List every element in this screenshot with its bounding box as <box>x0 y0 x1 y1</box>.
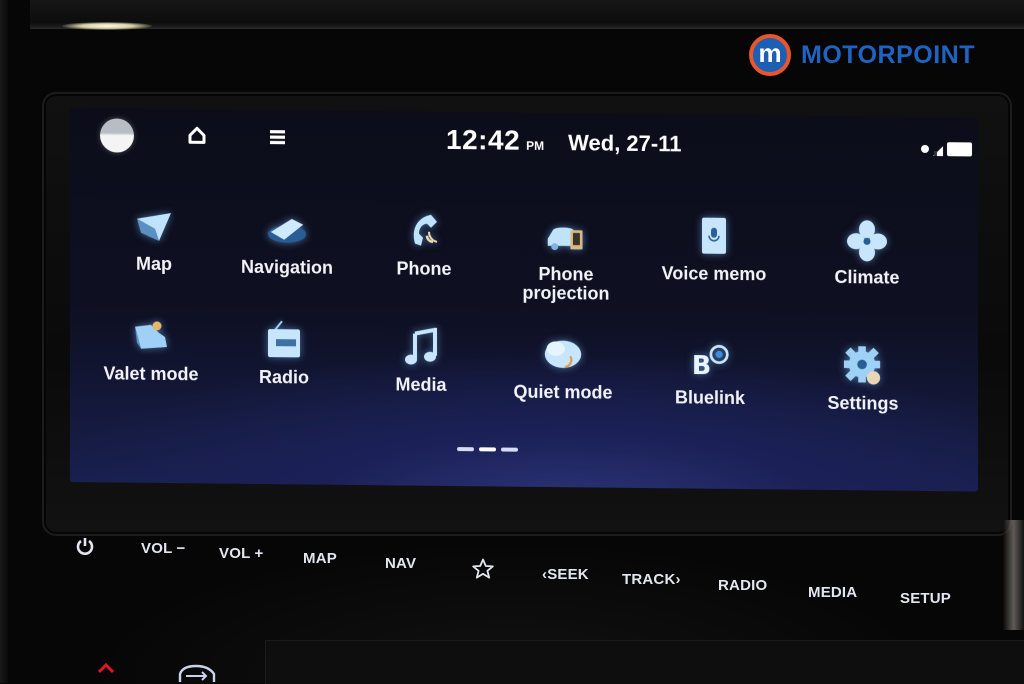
car-recirculation-icon[interactable] <box>176 664 218 683</box>
logo-text: MOTORPOINT <box>801 40 975 69</box>
phone-icon <box>404 211 444 251</box>
am-pm: PM <box>526 138 545 153</box>
climate-fan-icon <box>847 220 887 262</box>
home-icon[interactable] <box>188 126 206 144</box>
app-label: Map <box>136 253 172 275</box>
nav-button[interactable]: NAV <box>385 555 416 572</box>
page-dot-active[interactable] <box>479 447 496 452</box>
star-icon[interactable] <box>472 558 494 579</box>
label-line: Phone <box>538 263 594 285</box>
page-dot[interactable] <box>501 447 518 452</box>
voice-memo-icon <box>694 217 734 257</box>
time: 12:42 <box>446 123 521 156</box>
app-label: Navigation <box>240 256 333 278</box>
menu-icon[interactable] <box>270 130 285 145</box>
power-icon[interactable] <box>76 536 94 556</box>
settings-gear-icon <box>843 346 883 386</box>
app-label: Quiet mode <box>513 381 613 403</box>
app-label: Settings <box>827 392 899 414</box>
label-line: projection <box>522 282 610 304</box>
quiet-mode-icon <box>543 335 583 375</box>
date: Wed, 27-11 <box>568 130 682 157</box>
battery-icon <box>947 142 972 157</box>
clock: 12:42 PM Wed, 27-11 <box>446 124 681 158</box>
app-voice-memo[interactable]: Voice memo <box>649 216 779 284</box>
music-note-icon <box>401 327 441 367</box>
svg-text:B: B <box>692 351 711 380</box>
bluelink-icon: B <box>690 340 730 380</box>
hazard-up-icon[interactable] <box>96 662 116 674</box>
app-quiet-mode[interactable]: Quiet mode <box>498 334 628 403</box>
app-label: Climate <box>834 267 900 288</box>
profile-icon[interactable] <box>100 118 134 153</box>
app-label: Media <box>395 374 447 395</box>
navigation-icon <box>267 210 307 250</box>
app-label: Voice memo <box>661 263 767 285</box>
app-map[interactable]: Map <box>89 206 219 274</box>
track-button[interactable]: TRACK› <box>622 571 681 588</box>
app-label: Phone <box>396 258 452 279</box>
vol-up-button[interactable]: VOL + <box>219 545 264 562</box>
app-navigation[interactable]: Navigation <box>222 210 352 278</box>
app-media[interactable]: Media <box>356 327 486 395</box>
app-label: Valet mode <box>103 363 199 385</box>
setup-button[interactable]: SETUP <box>900 590 951 607</box>
infotainment-screen: 12:42 PM Wed, 27-11 Map Navigation Phone… <box>70 108 978 492</box>
radio-icon <box>264 320 304 360</box>
map-icon <box>134 207 174 247</box>
app-settings[interactable]: Settings <box>798 346 928 414</box>
valet-mode-icon <box>131 317 171 357</box>
phone-projection-icon <box>546 217 586 257</box>
app-label: Phone projection <box>522 263 610 304</box>
page-dot[interactable] <box>457 447 474 452</box>
signal-icon <box>921 144 943 157</box>
app-label: Bluelink <box>674 387 745 409</box>
vol-down-button[interactable]: VOL − <box>141 540 186 557</box>
logo-badge: m <box>749 34 791 76</box>
light-reflection <box>62 22 152 30</box>
app-label: Radio <box>258 366 309 388</box>
app-radio[interactable]: Radio <box>219 320 349 388</box>
status-bar: 12:42 PM Wed, 27-11 <box>70 108 978 174</box>
radio-button[interactable]: RADIO <box>718 577 767 594</box>
page-indicator <box>457 447 518 452</box>
app-valet-mode[interactable]: Valet mode <box>86 316 216 384</box>
top-air-vent-trim <box>30 0 1024 29</box>
seek-button[interactable]: ‹SEEK <box>542 566 589 583</box>
lower-control-panel <box>265 640 1024 684</box>
app-bluelink[interactable]: B Bluelink <box>645 340 775 408</box>
map-button[interactable]: MAP <box>303 550 337 567</box>
motorpoint-logo: m MOTORPOINT <box>749 30 975 80</box>
app-climate[interactable]: Climate <box>802 220 932 288</box>
app-phone[interactable]: Phone <box>359 211 489 279</box>
trim-reflection <box>1003 520 1024 630</box>
media-button[interactable]: MEDIA <box>808 584 857 601</box>
trim-edge <box>0 0 8 683</box>
app-phone-projection[interactable]: Phone projection <box>501 217 631 304</box>
